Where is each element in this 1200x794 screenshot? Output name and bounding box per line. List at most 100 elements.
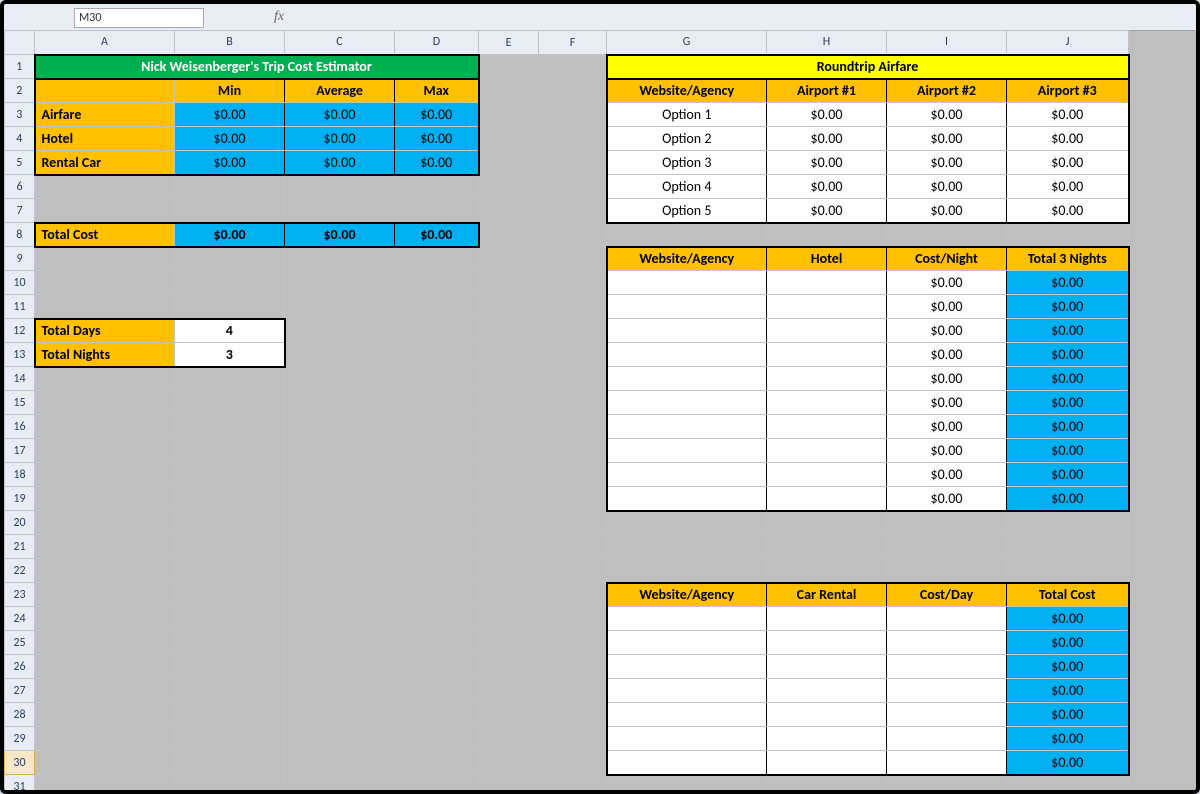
cell-I7[interactable]: $0.00 bbox=[887, 199, 1007, 223]
cell-J24[interactable]: $0.00 bbox=[1007, 607, 1129, 631]
cell-J9[interactable]: Total 3 Nights bbox=[1007, 247, 1129, 271]
cell-E1[interactable] bbox=[479, 55, 539, 79]
row-header-5[interactable]: 5 bbox=[5, 151, 35, 175]
cell-D14[interactable] bbox=[395, 367, 479, 391]
row-header-23[interactable]: 23 bbox=[5, 583, 35, 607]
cell-H28[interactable] bbox=[767, 703, 887, 727]
cell-B23[interactable] bbox=[175, 583, 285, 607]
col-header-D[interactable]: D bbox=[395, 31, 479, 55]
cell-J11[interactable]: $0.00 bbox=[1007, 295, 1129, 319]
grid[interactable]: ABCDEFGHIJ1Nick Weisenberger's Trip Cost… bbox=[4, 30, 1130, 790]
row-header-22[interactable]: 22 bbox=[5, 559, 35, 583]
cell-E19[interactable] bbox=[479, 487, 539, 511]
cell-F12[interactable] bbox=[539, 319, 607, 343]
cell-A1[interactable]: Nick Weisenberger's Trip Cost Estimator bbox=[35, 55, 479, 79]
cell-F31[interactable] bbox=[539, 775, 607, 791]
cell-E22[interactable] bbox=[479, 559, 539, 583]
cell-G30[interactable] bbox=[607, 751, 767, 775]
col-header-E[interactable]: E bbox=[479, 31, 539, 55]
cell-I12[interactable]: $0.00 bbox=[887, 319, 1007, 343]
cell-A17[interactable] bbox=[35, 439, 175, 463]
cell-H7[interactable]: $0.00 bbox=[767, 199, 887, 223]
cell-B13[interactable]: 3 bbox=[175, 343, 285, 367]
cell-J23[interactable]: Total Cost bbox=[1007, 583, 1129, 607]
row-header-16[interactable]: 16 bbox=[5, 415, 35, 439]
cell-H6[interactable]: $0.00 bbox=[767, 175, 887, 199]
cell-J4[interactable]: $0.00 bbox=[1007, 127, 1129, 151]
cell-A12[interactable]: Total Days bbox=[35, 319, 175, 343]
cell-A28[interactable] bbox=[35, 703, 175, 727]
cell-H10[interactable] bbox=[767, 271, 887, 295]
cell-F14[interactable] bbox=[539, 367, 607, 391]
cell-I2[interactable]: Airport #2 bbox=[887, 79, 1007, 103]
cell-I22[interactable] bbox=[887, 559, 1007, 583]
cell-F29[interactable] bbox=[539, 727, 607, 751]
cell-C3[interactable]: $0.00 bbox=[285, 103, 395, 127]
cell-D4[interactable]: $0.00 bbox=[395, 127, 479, 151]
cell-B30[interactable] bbox=[175, 751, 285, 775]
cell-A29[interactable] bbox=[35, 727, 175, 751]
cell-E29[interactable] bbox=[479, 727, 539, 751]
cell-F9[interactable] bbox=[539, 247, 607, 271]
cell-F5[interactable] bbox=[539, 151, 607, 175]
cell-A30[interactable] bbox=[35, 751, 175, 775]
cell-B22[interactable] bbox=[175, 559, 285, 583]
row-header-14[interactable]: 14 bbox=[5, 367, 35, 391]
cell-F3[interactable] bbox=[539, 103, 607, 127]
cell-A4[interactable]: Hotel bbox=[35, 127, 175, 151]
cell-D19[interactable] bbox=[395, 487, 479, 511]
row-header-18[interactable]: 18 bbox=[5, 463, 35, 487]
cell-C14[interactable] bbox=[285, 367, 395, 391]
cell-E17[interactable] bbox=[479, 439, 539, 463]
cell-I20[interactable] bbox=[887, 511, 1007, 535]
cell-D3[interactable]: $0.00 bbox=[395, 103, 479, 127]
row-header-27[interactable]: 27 bbox=[5, 679, 35, 703]
row-header-8[interactable]: 8 bbox=[5, 223, 35, 247]
cell-F20[interactable] bbox=[539, 511, 607, 535]
cell-G16[interactable] bbox=[607, 415, 767, 439]
cell-J30[interactable]: $0.00 bbox=[1007, 751, 1129, 775]
cell-G27[interactable] bbox=[607, 679, 767, 703]
cell-F23[interactable] bbox=[539, 583, 607, 607]
cell-H30[interactable] bbox=[767, 751, 887, 775]
cell-J21[interactable] bbox=[1007, 535, 1129, 559]
cell-G15[interactable] bbox=[607, 391, 767, 415]
cell-E8[interactable] bbox=[479, 223, 539, 247]
cell-I13[interactable]: $0.00 bbox=[887, 343, 1007, 367]
cell-J25[interactable]: $0.00 bbox=[1007, 631, 1129, 655]
cell-H11[interactable] bbox=[767, 295, 887, 319]
cell-D16[interactable] bbox=[395, 415, 479, 439]
row-header-10[interactable]: 10 bbox=[5, 271, 35, 295]
cell-G10[interactable] bbox=[607, 271, 767, 295]
cell-E6[interactable] bbox=[479, 175, 539, 199]
cell-H5[interactable]: $0.00 bbox=[767, 151, 887, 175]
row-header-7[interactable]: 7 bbox=[5, 199, 35, 223]
row-header-28[interactable]: 28 bbox=[5, 703, 35, 727]
cell-J3[interactable]: $0.00 bbox=[1007, 103, 1129, 127]
cell-C22[interactable] bbox=[285, 559, 395, 583]
cell-H22[interactable] bbox=[767, 559, 887, 583]
cell-B9[interactable] bbox=[175, 247, 285, 271]
cell-A9[interactable] bbox=[35, 247, 175, 271]
cell-F24[interactable] bbox=[539, 607, 607, 631]
cell-B28[interactable] bbox=[175, 703, 285, 727]
cell-H9[interactable]: Hotel bbox=[767, 247, 887, 271]
cell-G5[interactable]: Option 3 bbox=[607, 151, 767, 175]
cell-G9[interactable]: Website/Agency bbox=[607, 247, 767, 271]
cell-A22[interactable] bbox=[35, 559, 175, 583]
cell-J31[interactable] bbox=[1007, 775, 1129, 791]
cell-H29[interactable] bbox=[767, 727, 887, 751]
cell-I14[interactable]: $0.00 bbox=[887, 367, 1007, 391]
cell-D10[interactable] bbox=[395, 271, 479, 295]
cell-D28[interactable] bbox=[395, 703, 479, 727]
cell-C10[interactable] bbox=[285, 271, 395, 295]
cell-B26[interactable] bbox=[175, 655, 285, 679]
row-header-15[interactable]: 15 bbox=[5, 391, 35, 415]
cell-I29[interactable] bbox=[887, 727, 1007, 751]
cell-F17[interactable] bbox=[539, 439, 607, 463]
cell-H27[interactable] bbox=[767, 679, 887, 703]
cell-F11[interactable] bbox=[539, 295, 607, 319]
cell-C5[interactable]: $0.00 bbox=[285, 151, 395, 175]
cell-G19[interactable] bbox=[607, 487, 767, 511]
cell-J29[interactable]: $0.00 bbox=[1007, 727, 1129, 751]
